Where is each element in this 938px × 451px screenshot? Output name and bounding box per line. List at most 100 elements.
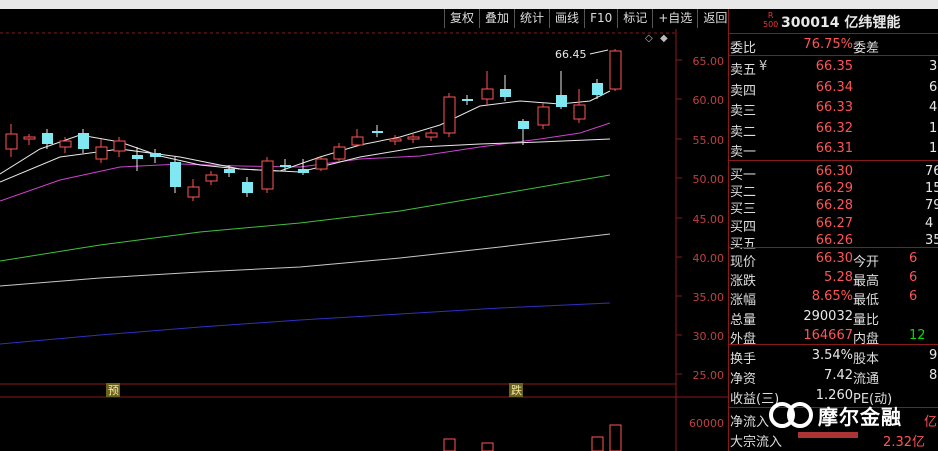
candle-body: [23, 136, 36, 140]
divider: [729, 247, 938, 248]
volume-tick: 60000: [689, 417, 724, 430]
divider: [729, 160, 938, 161]
stat-value: 290032: [803, 308, 853, 324]
buy-price: 66.30: [815, 164, 853, 179]
buy-volume: 4: [925, 215, 934, 231]
price-tick: 50.00: [693, 173, 725, 186]
price-axis: 65.00 60.00 55.00 50.00 45.00 40.00 35.0…: [689, 55, 724, 430]
block-trade-value: 2.32亿: [883, 435, 925, 450]
forecast-marker[interactable]: 预: [108, 384, 119, 397]
volume-bar: [591, 436, 604, 451]
kline-chart[interactable]: ◇ ◆ 65.00 60.00 55.00 50.00 45.00 40.00 …: [0, 29, 728, 451]
stat-value: 164667: [803, 327, 853, 343]
ma60-line: [0, 174, 611, 262]
candle-body: [132, 155, 143, 159]
candle-body: [298, 169, 309, 173]
f10-button[interactable]: F10: [584, 9, 617, 28]
price-tick: 60.00: [693, 94, 725, 107]
divider: [729, 33, 938, 34]
candle-body: [537, 106, 550, 126]
stat-row: 涨跌 5.28 最高 6: [729, 268, 938, 290]
sell-level-row[interactable]: 卖三 66.33 45: [729, 98, 938, 119]
weibi-label: 委比: [730, 41, 757, 56]
stat-value-2: 12: [909, 327, 926, 343]
restore-rights-button[interactable]: 复权: [444, 9, 479, 28]
candle-body: [187, 186, 200, 198]
sell-level-row[interactable]: 卖二 66.32 13: [729, 119, 938, 140]
ma5-line: [0, 90, 611, 175]
fundamental-label-2: 流通: [853, 372, 880, 387]
buy-price: 66.29: [815, 181, 853, 197]
mark-button[interactable]: 标记: [617, 9, 652, 28]
diamond-filled-icon[interactable]: ◆: [660, 33, 668, 44]
chart-toolbar: 复权 叠加 统计 画线 F10 标记 +自选 返回: [444, 9, 732, 29]
divider: [729, 344, 938, 345]
ma250-line: [0, 302, 611, 345]
watermark-logo-icon: [769, 402, 813, 428]
fundamental-value: 7.42: [824, 368, 853, 383]
candle-body: [592, 83, 603, 95]
stat-row: 涨幅 8.65% 最低 6: [729, 287, 938, 309]
stat-label-2: 今开: [853, 255, 880, 270]
candle-body: [407, 136, 420, 140]
divider: [729, 55, 938, 56]
candle-body: [242, 182, 253, 193]
fundamental-row: 换手 3.54%股本 9.: [729, 346, 938, 367]
sell-level-row[interactable]: 卖四 66.34 6: [729, 78, 938, 99]
candle-body: [609, 50, 622, 90]
fundamental-value-2: 9.: [929, 348, 938, 363]
candle-body: [333, 146, 346, 160]
candle-body: [59, 140, 72, 148]
candle-body: [113, 140, 126, 152]
price-tick: 25.00: [693, 369, 725, 382]
diamond-icon[interactable]: ◇: [645, 33, 653, 44]
candle-body: [500, 89, 511, 97]
price-tick: 65.00: [693, 55, 725, 68]
sell-volume: 6: [929, 79, 938, 95]
ma10-line: [0, 138, 611, 183]
statistics-button[interactable]: 统计: [514, 9, 549, 28]
price-tick-marks: [676, 59, 682, 375]
badge-top: R: [767, 11, 774, 20]
stat-row: 总量 290032 量比: [729, 307, 938, 328]
quote-panel: R 500 300014 亿纬锂能 委比 76.75% 委差 卖五 ¥66.35 3…: [728, 9, 938, 451]
fundamental-label: 换手: [730, 352, 757, 367]
buy-price: 66.26: [815, 232, 853, 248]
sell-level-row[interactable]: 卖一 66.31 1: [729, 139, 938, 160]
price-tick: 55.00: [693, 134, 725, 147]
weibi-value: 76.75%: [803, 37, 853, 52]
sell-volume: 1: [929, 141, 938, 157]
candle-body: [170, 162, 181, 187]
index-badge: R 500: [763, 11, 778, 29]
sell-volume: 45: [929, 100, 938, 116]
candle-body: [389, 138, 402, 142]
fundamental-label: 净资: [730, 372, 757, 387]
overlay-button[interactable]: 叠加: [479, 9, 514, 28]
draw-line-button[interactable]: 画线: [549, 9, 584, 28]
sell-level-row[interactable]: 卖五¥66.35 33: [729, 57, 938, 78]
watermark-text: 摩尔金融: [818, 404, 902, 429]
volume-bar: [609, 424, 622, 451]
candle-body: [5, 133, 18, 150]
stat-label: 总量: [730, 312, 757, 328]
stat-label: 涨跌: [730, 274, 757, 290]
fall-marker[interactable]: 跌: [511, 383, 522, 397]
volume-bar: [443, 438, 456, 451]
sell-level-label: 卖五: [730, 63, 757, 78]
watermark: 摩尔金融: [768, 398, 902, 432]
sell-price: 66.35: [815, 59, 853, 74]
weicha-label: 委差: [853, 41, 880, 56]
candle-body: [425, 132, 438, 138]
candle-body: [78, 133, 89, 149]
add-watchlist-button[interactable]: +自选: [652, 9, 697, 28]
buy-volume: 767: [925, 164, 938, 179]
stat-label-2: 最低: [853, 293, 880, 309]
buy-volume: 79: [925, 198, 938, 214]
netflow-label: 净流入: [730, 415, 770, 430]
candle-body: [462, 99, 473, 101]
stat-value: 66.30: [815, 251, 853, 266]
stat-label: 现价: [730, 255, 757, 270]
sell-price: 66.34: [815, 79, 853, 95]
weibi-row: 委比 76.75% 委差: [729, 35, 938, 56]
candle-body: [95, 146, 108, 160]
